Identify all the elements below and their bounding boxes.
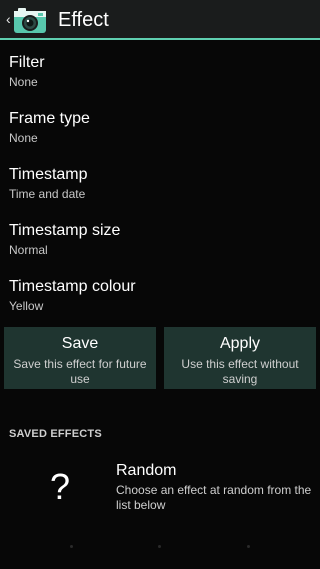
pref-summary: Yellow bbox=[9, 299, 44, 313]
pref-title: Timestamp size bbox=[9, 222, 121, 239]
pref-title: Timestamp colour bbox=[9, 278, 136, 295]
divider-dot bbox=[247, 545, 250, 548]
save-button-description: Save this effect for future use bbox=[13, 357, 147, 386]
divider-dot bbox=[70, 545, 73, 548]
save-button[interactable]: Save Save this effect for future use bbox=[4, 327, 156, 389]
saved-effect-description: Choose an effect at random from the list… bbox=[116, 483, 312, 512]
pref-title: Timestamp bbox=[9, 166, 88, 183]
saved-effects-header: SAVED EFFECTS bbox=[9, 428, 102, 440]
camera-app-icon[interactable] bbox=[13, 5, 47, 35]
saved-effect-random[interactable]: ? Random Choose an effect at random from… bbox=[0, 458, 320, 518]
effect-screen: ‹ Effect Filter None Frame type None Tim… bbox=[0, 0, 320, 569]
pref-timestamp[interactable]: Timestamp Time and date bbox=[0, 165, 320, 221]
pref-title: Filter bbox=[9, 54, 45, 71]
divider-dot bbox=[158, 545, 161, 548]
action-bar: ‹ Effect bbox=[0, 0, 320, 40]
apply-button-label: Apply bbox=[219, 335, 261, 352]
apply-button-description: Use this effect without saving bbox=[181, 357, 299, 386]
camera-icon-graphic bbox=[14, 8, 46, 33]
pref-summary: Time and date bbox=[9, 187, 86, 201]
pref-filter[interactable]: Filter None bbox=[0, 53, 320, 109]
pref-summary: None bbox=[9, 131, 38, 145]
pref-summary: None bbox=[9, 75, 38, 89]
save-button-label: Save bbox=[61, 335, 99, 352]
pref-timestamp-size[interactable]: Timestamp size Normal bbox=[0, 221, 320, 277]
pref-summary: Normal bbox=[9, 243, 48, 257]
back-chevron-icon[interactable]: ‹ bbox=[6, 10, 11, 28]
saved-effect-title: Random bbox=[116, 462, 177, 479]
pref-title: Frame type bbox=[9, 110, 90, 127]
question-mark-icon: ? bbox=[50, 466, 71, 507]
pref-frame-type[interactable]: Frame type None bbox=[0, 109, 320, 165]
page-title: Effect bbox=[58, 9, 109, 31]
apply-button[interactable]: Apply Use this effect without saving bbox=[164, 327, 316, 389]
pref-timestamp-colour[interactable]: Timestamp colour Yellow bbox=[0, 277, 320, 333]
